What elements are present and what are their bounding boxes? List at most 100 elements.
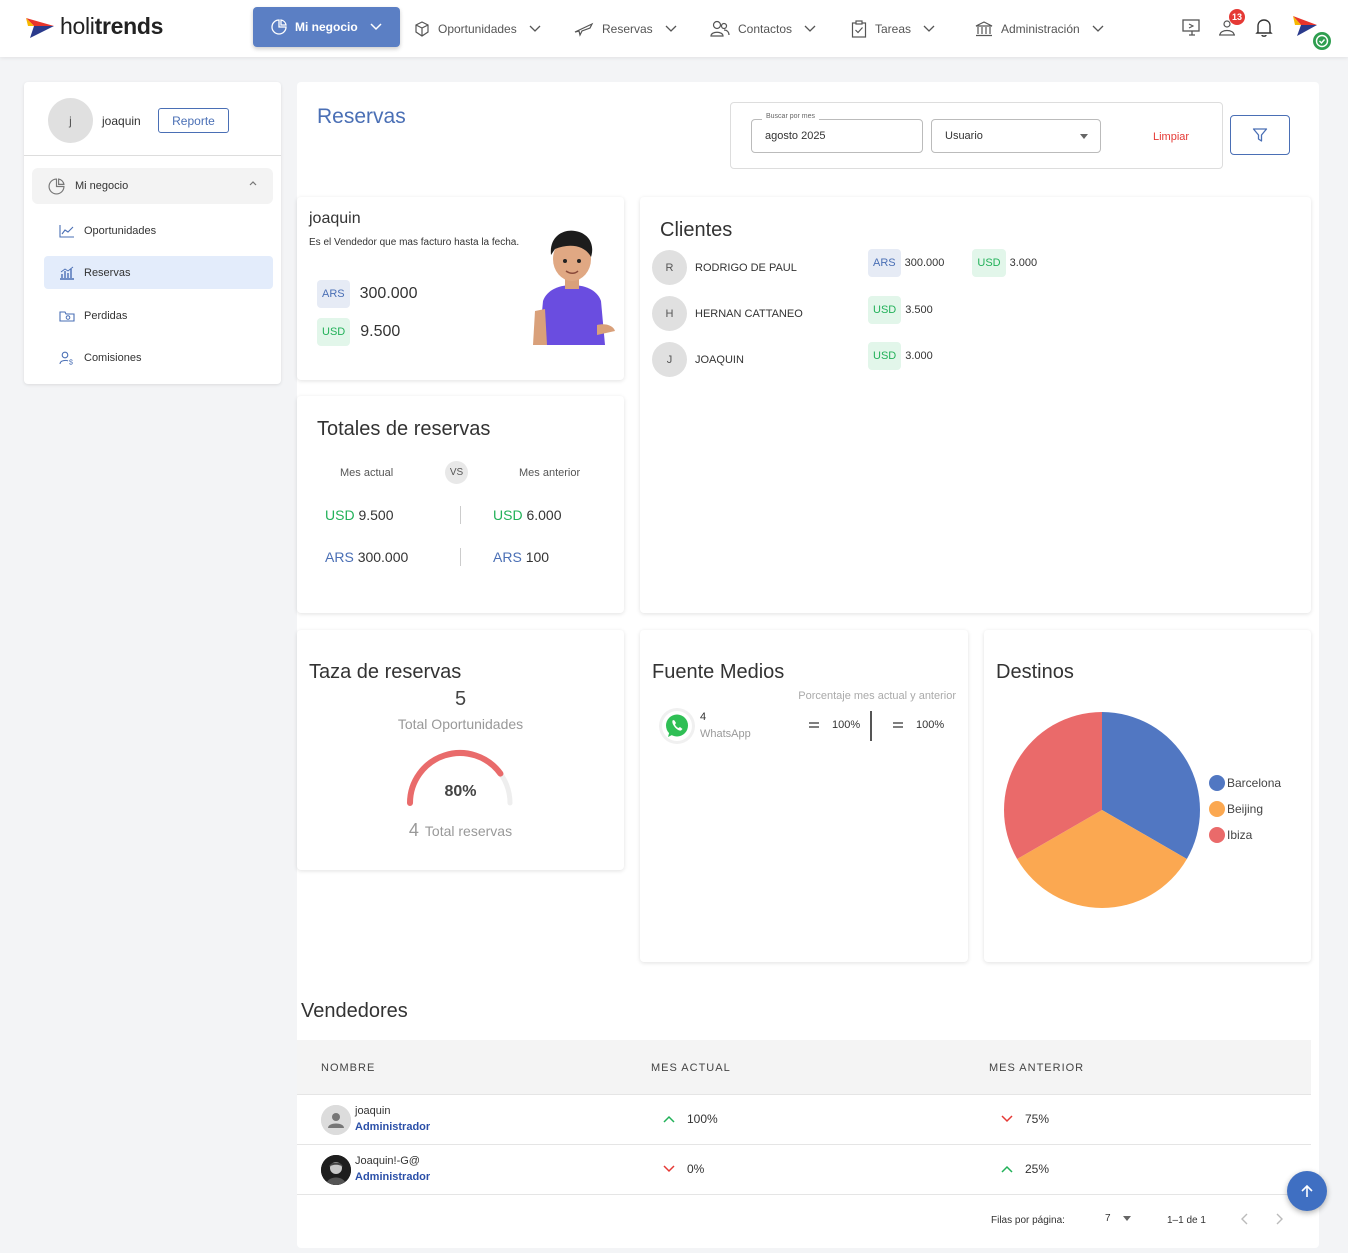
field-label: Buscar por mes [762,113,820,120]
currency-badge: ARS [868,249,901,277]
top-seller-usd-row: USD 9.500 [317,318,400,346]
column-header-previous[interactable]: MES ANTERIOR [989,1062,1084,1074]
table-row[interactable]: Joaquin!-G@ Administrador 0% 25% [297,1145,1311,1195]
user-select[interactable]: Usuario [931,119,1101,153]
legend-item[interactable]: Ibiza [1209,827,1252,843]
sidebar-item-reservas[interactable]: Reservas [44,256,273,289]
booking-rate-percent: 80% [444,783,477,800]
clients-card: Clientes R RODRIGO DE PAUL ARS 300.000 U… [640,197,1311,613]
source-count: 4 [700,711,707,723]
destinations-pie-chart [1004,712,1200,908]
nav-contactos[interactable]: Contactos [710,14,816,44]
chevron-left-icon [1241,1213,1248,1225]
person-icon [321,1105,351,1135]
amount: 3.000 [1009,257,1038,269]
report-button[interactable]: Reporte [158,108,229,133]
chevron-down-icon [663,1165,675,1173]
users-icon [710,20,730,37]
seller-name: joaquin [355,1105,391,1117]
divider [460,506,461,524]
nav-label: Administración [1001,22,1080,36]
client-amounts: ARS 300.000 USD 3.000 [868,249,1037,277]
bank-icon [975,21,993,37]
total-bookings-label: Total reservas [424,823,513,839]
chevron-up-icon [663,1115,675,1123]
usd-current-total: USD 9.500 [325,507,394,523]
top-seller-description: Es el Vendedor que mas facturo hasta la … [309,237,520,248]
sidebar-item-label: Oportunidades [84,224,157,237]
nav-mi-negocio[interactable]: Mi negocio [253,7,400,47]
sidebar-item-comisiones[interactable]: $ Comisiones [44,341,273,374]
top-seller-name: joaquin [309,210,361,227]
column-header-name[interactable]: NOMBRE [321,1062,375,1074]
sidebar: j joaquin Reporte Mi negocio Oportunidad… [24,82,281,384]
main-content: Reservas Buscar por mes agosto 2025 Usua… [297,82,1319,1248]
legend-item[interactable]: Beijing [1209,801,1263,817]
nav-label: Oportunidades [438,22,517,36]
amount: 3.000 [905,350,933,362]
rows-per-page-select[interactable]: 7 [1105,1213,1131,1224]
column-header-current[interactable]: MES ACTUAL [651,1062,731,1074]
filter-button[interactable] [1230,115,1290,155]
pie-chart-icon [48,177,65,194]
legend-dot [1209,827,1225,843]
sellers-title: Vendedores [301,1000,408,1022]
nav-label: Reservas [602,22,653,36]
table-row[interactable]: joaquin Administrador 100% 75% [297,1095,1311,1145]
folder-icon [59,310,75,322]
nav-reservas[interactable]: Reservas [574,14,677,44]
page-title: Reservas [317,105,406,128]
bell-icon[interactable] [1253,16,1275,38]
source-current-percent: 100% [808,719,860,731]
legend-item[interactable]: Barcelona [1209,775,1281,791]
sidebar-item-perdidas[interactable]: Perdidas [44,299,273,332]
holitrends-logo[interactable]: holitrends [24,12,163,40]
logo-text: holitrends [60,12,164,39]
total-opportunities-label: Total Oportunidades [397,716,524,732]
sidebar-group-mi-negocio[interactable]: Mi negocio [32,168,273,204]
source-label: WhatsApp [700,728,751,740]
seller-name: Joaquin!-G@ [355,1155,420,1167]
nav-oportunidades[interactable]: Oportunidades [414,14,541,44]
nav-tareas[interactable]: Tareas [851,14,935,44]
scroll-top-button[interactable] [1287,1171,1327,1211]
monitor-icon[interactable] [1181,16,1203,38]
total-opportunities-value: 5 [454,688,467,710]
filter-icon [1252,128,1268,142]
month-search-field[interactable]: Buscar por mes agosto 2025 [751,113,923,153]
profile-photo-icon [321,1155,351,1185]
avatar: J [652,342,687,377]
nav-label: Mi negocio [295,20,358,34]
nav-label: Contactos [738,22,793,36]
nav-administracion[interactable]: Administración [975,14,1104,44]
airplane-icon [574,22,594,37]
seller-role: Administrador [355,1171,431,1183]
client-name[interactable]: RODRIGO DE PAUL [695,262,797,274]
total-bookings: 4 Total reservas [297,820,624,841]
top-navbar: holitrends Mi negocio Oportunidades Rese… [0,0,1348,57]
amount: 300.000 [359,285,418,302]
client-name[interactable]: JOAQUIN [695,354,744,366]
previous-month-label: Mes anterior [519,467,581,479]
client-amounts: USD 3.000 [868,342,933,370]
client-name[interactable]: HERNAN CATTANEO [695,308,803,320]
totals-card: Totales de reservas Mes actual VS Mes an… [297,396,624,613]
seller-previous-percent: 75% [1001,1112,1049,1126]
currency-badge: USD [868,342,902,370]
sidebar-item-label: Reservas [84,266,131,279]
avatar: R [652,250,687,285]
line-chart-icon [59,224,74,238]
avatar[interactable]: j [48,98,93,143]
whatsapp-icon [662,711,692,741]
user-select-value: Usuario [945,130,983,142]
booking-rate-title: Taza de reservas [309,661,462,683]
svg-text:$: $ [69,359,73,365]
sidebar-item-oportunidades[interactable]: Oportunidades [44,214,273,247]
previous-page-button[interactable] [1241,1213,1249,1225]
user-profile-icon[interactable] [1291,12,1333,52]
clients-title: Clientes [660,219,733,241]
clear-button[interactable]: Limpiar [1153,131,1189,143]
avatar [321,1105,351,1135]
total-bookings-value: 4 [408,820,419,840]
next-page-button[interactable] [1275,1213,1283,1225]
